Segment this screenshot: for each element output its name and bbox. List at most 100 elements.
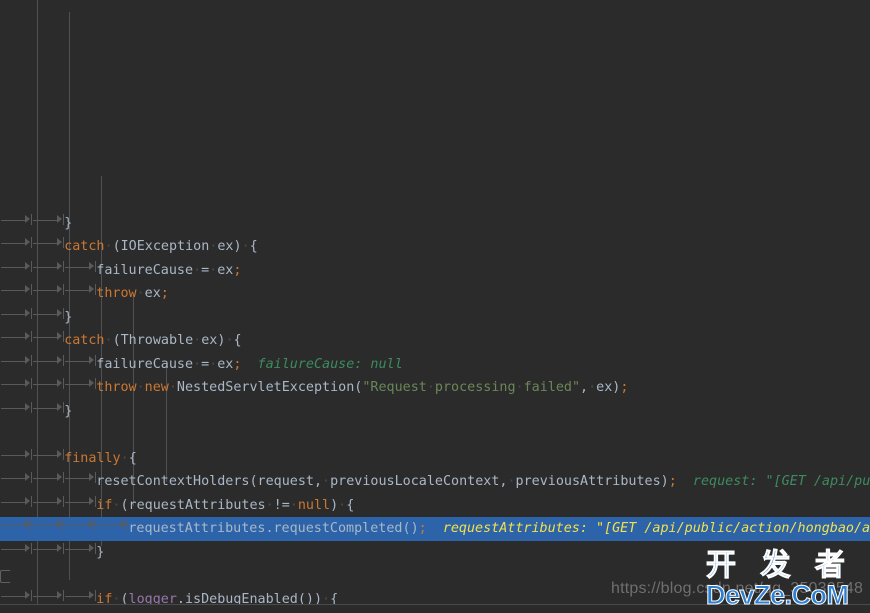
blog-url-watermark: https://blog.csdn.net/qq_35030548 — [611, 580, 864, 597]
code-line[interactable] — [0, 423, 870, 447]
tab-whitespace-marker — [0, 448, 33, 462]
token-keyword: throw — [96, 380, 137, 395]
punctuation: } — [64, 215, 73, 231]
token-identifier: ex — [201, 333, 218, 348]
tab-whitespace-marker — [0, 283, 33, 297]
token-identifier: ex — [217, 239, 234, 254]
semicolon: ; — [160, 286, 169, 301]
space-dot: · — [193, 262, 202, 278]
punctuation: = — [201, 356, 210, 372]
code-line[interactable]: requestAttributes.requestCompleted(); re… — [0, 517, 870, 541]
tab-whitespace-marker — [64, 542, 97, 556]
tab-whitespace-marker — [0, 542, 33, 556]
tab-whitespace-marker — [0, 589, 33, 603]
code-line[interactable]: failureCause·=·ex; — [0, 259, 870, 283]
code-line[interactable]: throw·new·NestedServletException("Reques… — [0, 376, 870, 400]
code-line[interactable]: throw·ex; — [0, 282, 870, 306]
token-identifier: requestCompleted — [273, 521, 403, 536]
inline-debugger-value-hint[interactable]: requestAttributes: "[GET /api/public/act… — [443, 521, 870, 536]
code-line[interactable]: catch·(IOException·ex)·{ — [0, 235, 870, 259]
token-keyword: catch — [64, 239, 105, 254]
token-keyword: null — [297, 497, 331, 513]
tab-whitespace-marker — [32, 260, 65, 274]
space-dot: · — [209, 356, 218, 372]
tab-whitespace-marker — [0, 236, 33, 250]
space-dot: · — [104, 239, 113, 254]
tab-whitespace-marker — [32, 448, 65, 462]
space-dot: · — [515, 380, 524, 395]
code-fold-marker[interactable] — [0, 570, 10, 583]
tab-whitespace-marker — [32, 495, 65, 509]
space-dot: · — [168, 380, 177, 395]
punctuation: } — [96, 544, 105, 560]
tab-whitespace-marker — [0, 307, 33, 321]
token-identifier: requestAttributes — [128, 521, 266, 536]
token-identifier: previousAttributes — [515, 474, 661, 489]
tab-whitespace-marker — [32, 401, 65, 415]
hint-gap — [241, 357, 257, 372]
code-line[interactable]: catch·(Throwable·ex)·{ — [0, 329, 870, 353]
space-dot: · — [265, 497, 274, 513]
semicolon: ; — [418, 521, 427, 536]
code-lines[interactable]: } catch·(IOException·ex)·{failureCause·=·… — [0, 212, 870, 613]
tab-whitespace-marker — [32, 589, 65, 603]
punctuation: ! — [273, 497, 282, 513]
inline-debugger-value-hint[interactable]: request: "[GET /api/pu — [693, 474, 870, 489]
tab-whitespace-marker — [64, 471, 97, 485]
punctuation: ( — [402, 521, 411, 536]
code-line[interactable]: finally·{ — [0, 447, 870, 471]
string-literal: "Request·processing·failed" — [362, 380, 581, 395]
token-identifier: failureCause — [96, 262, 194, 278]
token-identifier: request — [257, 474, 314, 489]
tab-whitespace-marker — [96, 518, 129, 532]
tab-whitespace-marker — [0, 260, 33, 274]
punctuation: = — [201, 262, 210, 278]
space-dot: · — [338, 497, 347, 513]
code-line[interactable]: } — [0, 541, 870, 565]
token-identifier: ex — [596, 380, 613, 395]
tab-whitespace-marker — [64, 377, 97, 391]
punctuation: . — [265, 521, 274, 536]
tab-whitespace-marker — [64, 260, 97, 274]
space-dot: · — [193, 356, 202, 372]
tab-whitespace-marker — [0, 471, 33, 485]
hint-gap — [677, 474, 693, 489]
space-dot: · — [241, 239, 250, 254]
token-identifier: resetContextHolders — [96, 474, 250, 489]
space-dot: · — [120, 450, 129, 466]
space-dot: · — [209, 262, 218, 278]
space-dot: · — [136, 286, 145, 301]
space-dot: · — [225, 333, 234, 348]
tab-whitespace-marker — [0, 330, 33, 344]
tab-whitespace-marker — [32, 542, 65, 556]
punctuation: ) — [660, 474, 669, 489]
punctuation: } — [64, 403, 73, 419]
code-line[interactable]: if·(requestAttributes·!=·null)·{ — [0, 494, 870, 518]
code-line[interactable]: } — [0, 400, 870, 424]
punctuation: } — [64, 309, 73, 325]
tab-whitespace-marker — [32, 236, 65, 250]
tab-whitespace-marker — [64, 589, 97, 603]
token-keyword: finally — [64, 450, 121, 466]
tab-whitespace-marker — [64, 495, 97, 509]
token-identifier: IOException — [120, 239, 210, 254]
tab-whitespace-marker — [0, 377, 33, 391]
space-dot: · — [588, 380, 597, 395]
tab-whitespace-marker — [0, 495, 33, 509]
token-identifier: previousLocaleContext — [330, 474, 500, 489]
editor-bottom-strip — [0, 605, 870, 613]
code-line[interactable]: } — [0, 306, 870, 330]
tab-whitespace-marker — [0, 401, 33, 415]
token-identifier: requestAttributes — [128, 497, 266, 513]
semicolon: ; — [620, 380, 629, 395]
code-line[interactable]: } — [0, 212, 870, 236]
code-line[interactable]: failureCause·=·ex; failureCause: null — [0, 353, 870, 377]
code-line[interactable]: resetContextHolders(request,·previousLoc… — [0, 470, 870, 494]
inline-debugger-value-hint[interactable]: failureCause: null — [258, 357, 403, 372]
space-dot: · — [104, 333, 113, 348]
punctuation: ( — [112, 333, 121, 348]
token-identifier: ex — [217, 262, 234, 278]
code-editor[interactable]: } catch·(IOException·ex)·{failureCause·=·… — [0, 0, 870, 613]
punctuation: , — [313, 474, 323, 489]
punctuation: ) — [410, 521, 419, 536]
